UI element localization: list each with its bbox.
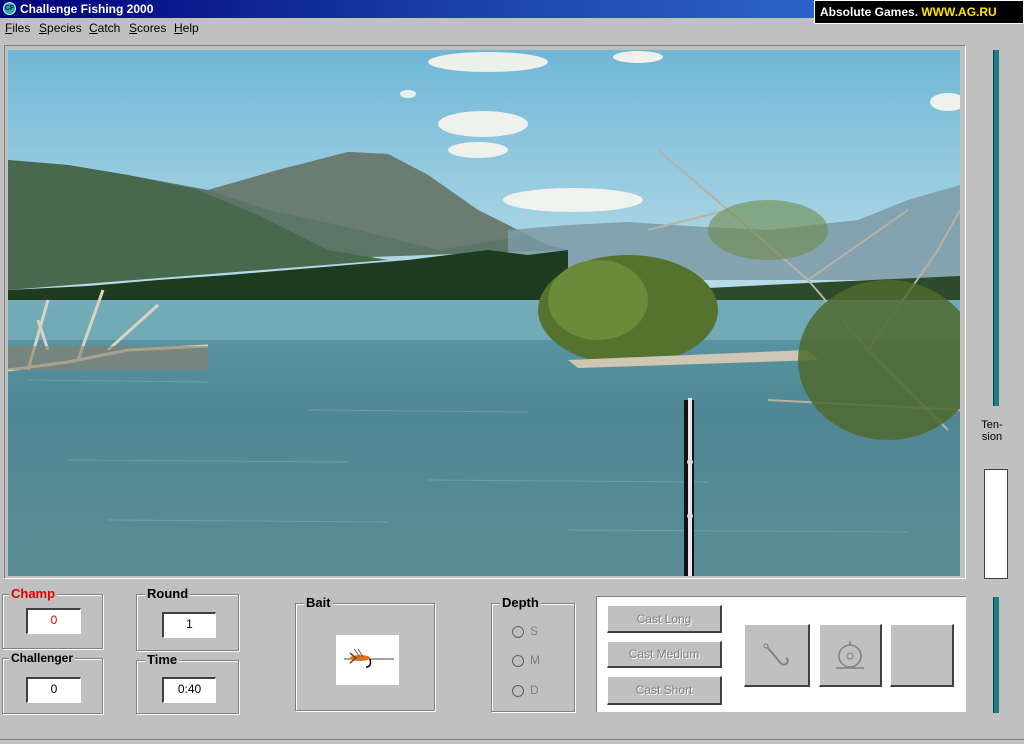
depth-option-d-label: D: [530, 683, 539, 697]
depth-option-s[interactable]: S: [512, 624, 538, 638]
tension-gauge-top: [993, 50, 999, 406]
cast-long-button[interactable]: Cast Long: [607, 605, 722, 633]
challenger-score: 0: [26, 677, 81, 703]
status-divider: [0, 739, 1024, 740]
radio-s[interactable]: [512, 625, 524, 638]
round-value: 1: [162, 612, 216, 638]
menu-scores[interactable]: Scores: [129, 21, 166, 35]
champ-score: 0: [26, 608, 81, 634]
time-label: Time: [145, 652, 180, 667]
bait-group: Bait: [295, 596, 435, 711]
depth-option-s-label: S: [530, 624, 539, 638]
tension-label-line1: Ten-: [981, 419, 1003, 431]
app-globe-icon: CF: [3, 2, 16, 15]
depth-option-m[interactable]: M: [512, 653, 540, 667]
menu-help[interactable]: Help: [174, 21, 199, 35]
reel-icon: [836, 641, 864, 669]
hook-button[interactable]: [744, 624, 810, 687]
champ-label: Champ: [9, 586, 58, 601]
tension-meter: [984, 469, 1008, 579]
menu-bar: Files Species Catch Scores Help: [0, 19, 814, 37]
round-group: Round 1: [136, 587, 239, 651]
menu-catch[interactable]: Catch: [89, 21, 120, 35]
cast-medium-button[interactable]: Cast Medium: [607, 641, 722, 668]
reel-button[interactable]: [819, 624, 882, 687]
radio-d[interactable]: [512, 684, 524, 697]
depth-label: Depth: [500, 595, 541, 610]
champ-group: Champ 0: [2, 587, 103, 649]
round-label: Round: [145, 586, 191, 601]
bait-label: Bait: [304, 595, 333, 610]
title-bar: CF Challenge Fishing 2000: [0, 0, 814, 18]
depth-group: Depth S M D: [491, 596, 575, 712]
radio-m[interactable]: [512, 654, 524, 667]
time-group: Time 0:40: [136, 653, 239, 714]
ag-banner[interactable]: Absolute Games. WWW.AG.RU: [814, 0, 1024, 24]
menu-species[interactable]: Species: [39, 21, 82, 35]
depth-option-d[interactable]: D: [512, 683, 539, 697]
blank-action-button[interactable]: [890, 624, 954, 687]
cast-short-button[interactable]: Cast Short: [607, 676, 722, 705]
banner-url[interactable]: WWW.AG.RU: [921, 5, 996, 19]
cast-panel: Cast Long Cast Medium Cast Short: [596, 596, 966, 712]
fly-lure-icon: [344, 648, 394, 668]
depth-option-m-label: M: [530, 653, 540, 667]
hook-icon: [763, 643, 789, 666]
lake-landscape-image: [8, 50, 960, 576]
window-title: Challenge Fishing 2000: [20, 2, 154, 16]
banner-prefix: Absolute Games.: [820, 5, 922, 19]
bait-selector[interactable]: [336, 635, 399, 685]
time-value: 0:40: [162, 677, 216, 703]
challenger-label: Challenger: [9, 651, 76, 665]
menu-files[interactable]: Files: [5, 21, 30, 35]
tension-label: Ten- sion: [974, 419, 1010, 443]
fishing-scene[interactable]: [8, 50, 960, 576]
tension-label-line2: sion: [981, 431, 1003, 443]
challenger-group: Challenger 0: [2, 651, 103, 714]
tension-gauge-bottom: [993, 597, 999, 713]
